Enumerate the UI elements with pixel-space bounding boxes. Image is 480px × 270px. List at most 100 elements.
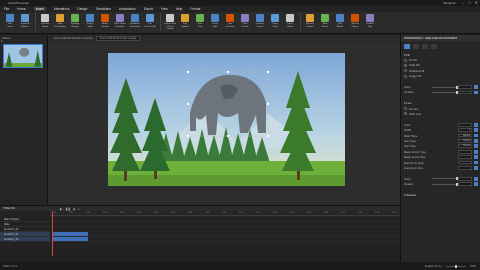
property-slider[interactable] [432,85,458,89]
ribbon-button-spotlight[interactable]: Spotlight Hotspot [68,12,82,32]
ribbon-button-date[interactable]: Date Time [193,12,207,32]
menu-view[interactable]: View [161,7,168,11]
ribbon-icon [226,14,234,22]
dropdown-icon[interactable] [474,176,478,181]
ribbon-button-slide[interactable]: Slide Master [318,12,332,32]
menu-home[interactable]: Home [17,7,26,11]
dropdown-icon[interactable] [474,155,478,159]
timeline-track-label[interactable]: Freeform_95 [0,237,50,242]
ribbon-button-new[interactable]: New Insert [3,12,17,32]
radio-option[interactable] [404,107,407,111]
ribbon-button-quiz[interactable]: Quiz Question [223,12,237,32]
property-value[interactable] [458,160,472,165]
timeline-ruler[interactable]: 0:00 0:01 0:02 0:03 0:04 0:05 0:06 0:07 0:08 0:09… [50,211,400,216]
radio-label: Image Fill [409,74,422,79]
property-section[interactable]: ▾ Line [404,101,411,105]
property-value[interactable] [458,165,472,170]
ribbon-button-feedback[interactable]: Feedback Interaction [128,12,142,32]
tab-style[interactable] [404,44,410,49]
property-value[interactable] [458,182,472,186]
user-name[interactable]: Benjamin [443,1,456,5]
timeline-clip[interactable] [52,232,88,236]
maximize-icon[interactable]: □ [468,0,470,5]
close-icon[interactable]: ✕ [475,0,478,5]
property-section[interactable]: ▾ Fill [404,53,410,57]
zoom-level[interactable]: 63% [470,264,476,268]
ribbon-button-field[interactable]: Field Custom [238,12,252,32]
radio-option[interactable] [404,58,407,62]
property-value[interactable] [458,85,472,89]
radio-option[interactable] [404,63,407,67]
dropdown-icon[interactable] [474,139,478,143]
property-value[interactable] [458,149,472,154]
ribbon-label: Date Time [197,23,203,28]
property-section[interactable]: ▾ Shadow [404,193,416,197]
menu-design[interactable]: Design [77,7,87,11]
property-value[interactable] [458,176,472,181]
menu-help[interactable]: Help [176,7,183,11]
stage-selector[interactable]: Scene with left first from a page [95,36,140,41]
ribbon-button-ink[interactable]: Ink Cursor Path [143,12,157,32]
slide-canvas[interactable] [108,53,345,186]
ribbon-button-guided[interactable]: Guided Play [363,12,377,32]
minimize-icon[interactable]: – [462,0,464,5]
property-slider[interactable] [432,182,458,186]
property-value[interactable]: Round [458,144,472,149]
ribbon-button-duplicate[interactable]: Duplicate Replace [18,12,32,32]
ribbon-button-audio[interactable]: Audio Youtube [98,12,112,32]
playhead[interactable] [52,211,53,256]
property-value[interactable] [458,155,472,159]
tab-interaction[interactable] [422,44,428,49]
property-value[interactable]: Round [458,139,472,143]
dropdown-icon[interactable] [474,165,478,170]
slide-thumbnail[interactable] [3,44,43,68]
radio-option[interactable] [404,74,407,78]
ribbon-button-layer[interactable]: Layer Group [283,12,297,32]
radio-option[interactable] [404,112,407,116]
dropdown-icon[interactable] [474,182,478,186]
menu-transitions[interactable]: Transitions [95,7,110,11]
dropdown-icon[interactable] [474,160,478,165]
dropdown-icon[interactable] [474,90,478,95]
ruler-tick: 0:08 [188,212,193,214]
dropdown-icon[interactable] [474,128,478,133]
tab-media[interactable] [431,44,437,49]
property-value[interactable]: Round [458,133,472,138]
menu-annotations[interactable]: Annotations [119,7,136,11]
ruler-tick: 0:07 [171,212,176,214]
ribbon-button-quiz[interactable]: Quiz Report [333,12,347,32]
menu-file[interactable]: File [4,7,9,11]
menu-format[interactable]: Format [190,7,200,11]
menu-insert[interactable]: Insert [33,7,46,11]
radio-option[interactable] [404,69,407,73]
language-status[interactable]: English (U.S.) [425,264,442,268]
property-value[interactable]: 1 [458,128,472,133]
ribbon-button-zoom-n-pan[interactable]: Zoom-n-Pan Closed Caption [163,12,177,32]
ribbon-button-dummy[interactable]: Dummy Cursor [253,12,267,32]
ribbon-button-text-box[interactable]: Text Box Shape [38,12,52,32]
ribbon-button-image[interactable]: Image Video [83,12,97,32]
dropdown-icon[interactable] [474,133,478,138]
ribbon-button-record[interactable]: Record Screen [303,12,317,32]
tab-size[interactable] [413,44,419,49]
ribbon-button-timer[interactable]: Timer Chart [268,12,282,32]
ribbon-icon [321,14,329,22]
dropdown-icon[interactable] [474,149,478,154]
dropdown-icon[interactable] [474,122,478,127]
ribbon-button-slide[interactable]: Slide Text Caption [53,12,67,32]
ribbon-button-shared[interactable]: Shared Objects [348,12,362,32]
ribbon-button-icon[interactable]: Icon Symbol [178,12,192,32]
dropdown-icon[interactable] [474,85,478,89]
menu-animations[interactable]: Animations [54,7,70,11]
property-value[interactable] [458,90,472,95]
ribbon-button-web-object[interactable]: Web Object Equation [113,12,127,32]
zoom-slider[interactable] [446,264,467,268]
ribbon-button-zoom[interactable]: Zoom Hide [208,12,222,32]
property-slider[interactable] [432,90,458,94]
property-slider[interactable] [432,177,458,181]
dropdown-icon[interactable] [474,144,478,149]
timeline-lane[interactable] [50,237,400,242]
timeline-clip[interactable] [52,237,88,241]
property-value[interactable] [458,122,472,127]
menu-export[interactable]: Export [144,7,153,11]
